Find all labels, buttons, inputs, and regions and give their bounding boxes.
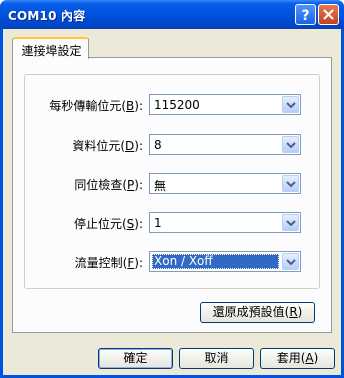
parity-label: 同位檢查(P): — [74, 178, 143, 192]
title-bar[interactable]: COM10 內容 ? — [0, 0, 344, 29]
baud-rate-select[interactable]: 115200 — [149, 94, 301, 115]
dialog-window: COM10 內容 ? 連接埠設定 每秒傳輸位元(B): 115200 資料位元(… — [0, 0, 344, 378]
stop-bits-dropdown-button[interactable] — [282, 214, 299, 231]
svg-text:?: ? — [301, 8, 309, 24]
chevron-down-icon — [286, 142, 296, 148]
chevron-down-icon — [286, 181, 296, 187]
data-bits-select[interactable]: 8 — [149, 134, 301, 155]
flow-control-value: Xon / Xoff — [154, 254, 213, 268]
tab-port-settings[interactable]: 連接埠設定 — [12, 37, 89, 59]
help-button[interactable]: ? — [295, 4, 316, 25]
chevron-down-icon — [286, 259, 296, 265]
stop-bits-select[interactable]: 1 — [149, 212, 301, 233]
close-button[interactable] — [318, 4, 339, 25]
chevron-down-icon — [286, 220, 296, 226]
flow-control-label: 流量控制(F): — [74, 256, 143, 270]
restore-defaults-button[interactable]: 還原成預設值(R) — [200, 302, 315, 323]
stop-bits-label: 停止位元(S): — [73, 217, 143, 231]
parity-value: 無 — [154, 179, 167, 193]
data-bits-label: 資料位元(D): — [72, 139, 143, 153]
data-bits-value: 8 — [154, 138, 162, 152]
parity-dropdown-button[interactable] — [282, 175, 299, 192]
window-title: COM10 內容 — [8, 9, 86, 23]
cancel-button[interactable]: 取消 — [179, 348, 254, 369]
baud-rate-dropdown-button[interactable] — [282, 96, 299, 113]
flow-control-select[interactable]: Xon / Xoff — [149, 251, 301, 272]
baud-rate-label: 每秒傳輸位元(B): — [49, 99, 143, 113]
data-bits-dropdown-button[interactable] — [282, 136, 299, 153]
baud-rate-value: 115200 — [154, 98, 200, 112]
question-mark-icon: ? — [301, 8, 309, 24]
tab-label: 連接埠設定 — [21, 44, 82, 58]
stop-bits-value: 1 — [154, 216, 162, 230]
chevron-down-icon — [286, 102, 296, 108]
dialog-client-area: 連接埠設定 每秒傳輸位元(B): 115200 資料位元(D): 8 同位檢查(… — [3, 29, 341, 375]
close-x-icon — [323, 9, 334, 20]
parity-select[interactable]: 無 — [149, 173, 301, 194]
flow-control-dropdown-button[interactable] — [282, 253, 299, 270]
ok-button[interactable]: 確定 — [98, 348, 173, 369]
apply-button[interactable]: 套用(A) — [260, 348, 335, 369]
